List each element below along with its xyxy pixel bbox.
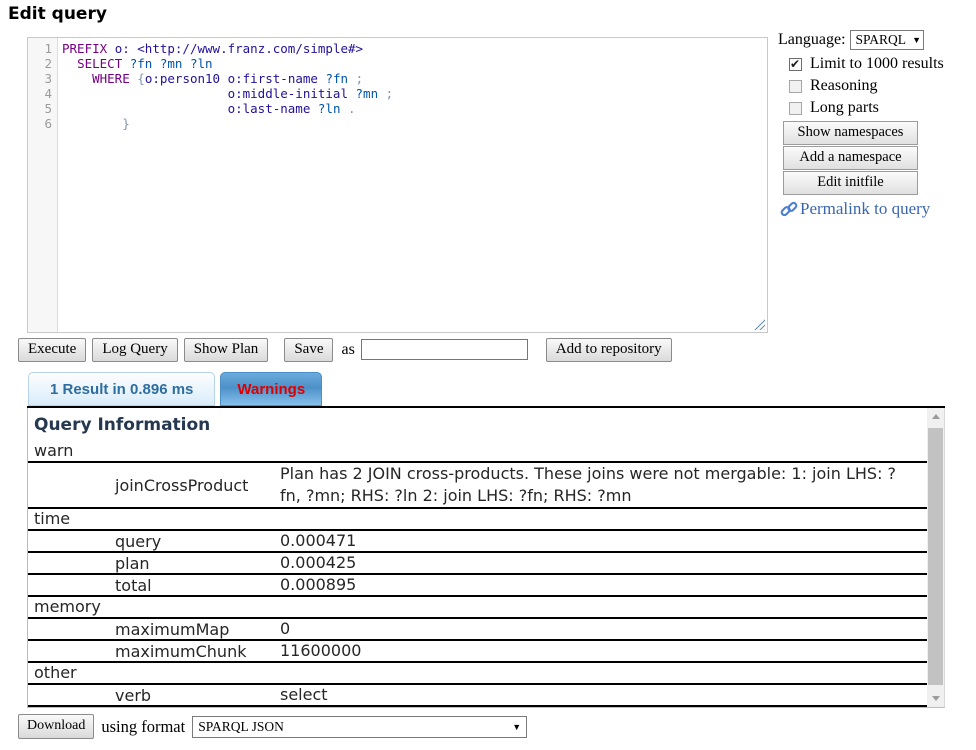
query-info-kv-row: maximumMap0 (28, 619, 927, 641)
query-toolbar: Execute Log Query Show Plan Save as Add … (18, 337, 672, 362)
line-number: 4 (28, 86, 52, 101)
scroll-up-icon[interactable] (927, 408, 944, 425)
tab-results[interactable]: 1 Result in 0.896 ms (28, 372, 215, 406)
option-row: Reasoning (789, 77, 970, 95)
button-show-namespaces[interactable]: Show namespaces (783, 121, 918, 145)
query-info-kv-row: maximumChunk11600000 (28, 641, 927, 663)
qi-key: total (115, 576, 280, 595)
line-number: 2 (28, 56, 52, 71)
download-bar: Download using format SPARQL JSON ▼ (18, 714, 527, 739)
checkbox-long-parts[interactable] (789, 102, 802, 115)
checkbox-label: Reasoning (810, 77, 878, 95)
line-number: 6 (28, 116, 52, 131)
language-label: Language: (778, 31, 846, 49)
query-editor[interactable]: 123456 PREFIX o: <http://www.franz.com/s… (27, 37, 768, 333)
line-number: 1 (28, 41, 52, 56)
namespace-button-list: Show namespacesAdd a namespaceEdit initf… (778, 121, 970, 195)
line-number: 5 (28, 101, 52, 116)
permalink-to-query-link[interactable]: Permalink to query (780, 199, 970, 219)
query-info-section-row: memory (28, 597, 927, 619)
query-information-panel: Query Information warnjoinCrossProductPl… (27, 408, 945, 708)
code-line: o:middle-initial ?mn ; (62, 86, 767, 101)
query-info-kv-row: joinCrossProductPlan has 2 JOIN cross-pr… (28, 463, 927, 509)
editor-gutter: 123456 (28, 38, 58, 332)
query-info-kv-row: plan0.000425 (28, 553, 927, 575)
qi-value: 0.000895 (280, 574, 927, 596)
page-title: Edit query (8, 4, 107, 24)
show-plan-button[interactable]: Show Plan (184, 338, 269, 362)
log-query-button[interactable]: Log Query (92, 338, 177, 362)
option-checkbox-list: Limit to 1000 results Reasoning Long parts (778, 55, 970, 117)
query-info-section-row: warn (28, 441, 927, 463)
save-button[interactable]: Save (284, 338, 333, 362)
checkbox-label: Long parts (810, 99, 879, 117)
qi-key: maximumMap (115, 620, 280, 639)
query-information-content: Query Information warnjoinCrossProductPl… (28, 408, 927, 707)
qi-key: joinCrossProduct (115, 476, 280, 495)
vertical-scrollbar[interactable] (927, 408, 944, 707)
qi-key: query (115, 532, 280, 551)
download-button[interactable]: Download (18, 714, 94, 739)
language-select[interactable]: SPARQL ▼ (850, 30, 924, 50)
query-info-kv-row: verbselect (28, 685, 927, 707)
qi-value: 0.000425 (280, 552, 927, 574)
button-add-a-namespace[interactable]: Add a namespace (783, 146, 918, 170)
execute-button[interactable]: Execute (18, 338, 86, 362)
qi-key: plan (115, 554, 280, 573)
tab-warnings[interactable]: Warnings (220, 372, 322, 406)
qi-value: select (280, 684, 927, 706)
checkbox-reasoning[interactable] (789, 80, 802, 93)
query-options-panel: Language: SPARQL ▼ Limit to 1000 results… (778, 30, 970, 219)
result-tabs: 1 Result in 0.896 ms Warnings (28, 372, 322, 406)
checkbox-label: Limit to 1000 results (810, 55, 944, 73)
link-icon (780, 200, 798, 218)
query-info-kv-row: query0.000471 (28, 531, 927, 553)
code-line: WHERE {o:person10 o:first-name ?fn ; (62, 71, 767, 86)
chevron-down-icon: ▼ (512, 722, 521, 732)
editor-code[interactable]: PREFIX o: <http://www.franz.com/simple#>… (58, 38, 767, 332)
chevron-down-icon: ▼ (912, 35, 921, 45)
qi-value: 11600000 (280, 640, 927, 662)
using-format-label: using format (101, 717, 185, 737)
save-as-label: as (341, 341, 354, 359)
scrollbar-thumb[interactable] (928, 428, 943, 685)
query-information-heading: Query Information (28, 408, 927, 441)
query-info-section-row: time (28, 509, 927, 531)
code-line: o:last-name ?ln . (62, 101, 767, 116)
option-row: Limit to 1000 results (789, 55, 970, 73)
line-number: 3 (28, 71, 52, 86)
save-name-input[interactable] (361, 339, 528, 360)
code-line: SELECT ?fn ?mn ?ln (62, 56, 767, 71)
button-edit-initfile[interactable]: Edit initfile (783, 171, 918, 195)
code-line: } (62, 116, 767, 131)
qi-key: verb (115, 686, 280, 705)
query-info-kv-row: total0.000895 (28, 575, 927, 597)
checkbox-limit-to-1000-results[interactable] (789, 58, 802, 71)
add-to-repository-button[interactable]: Add to repository (546, 338, 672, 362)
query-info-section-row: other (28, 663, 927, 685)
qi-key: maximumChunk (115, 642, 280, 661)
code-line: PREFIX o: <http://www.franz.com/simple#> (62, 41, 767, 56)
scroll-down-icon[interactable] (927, 690, 944, 707)
qi-value: 0.000471 (280, 530, 927, 552)
option-row: Long parts (789, 99, 970, 117)
qi-value: Plan has 2 JOIN cross-products. These jo… (280, 463, 927, 507)
qi-value: 0 (280, 618, 927, 640)
format-select[interactable]: SPARQL JSON ▼ (192, 716, 527, 738)
